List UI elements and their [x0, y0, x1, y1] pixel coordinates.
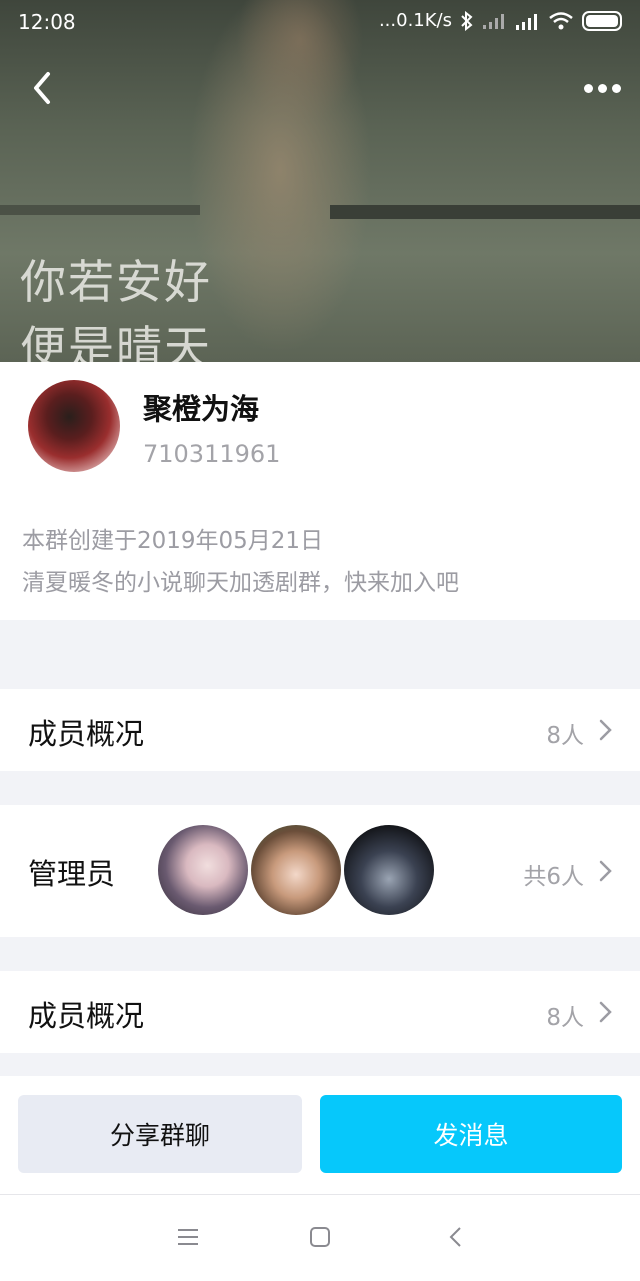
admin-avatar [251, 825, 341, 915]
group-avatar[interactable] [28, 380, 120, 472]
admin-count: 共6人 [523, 864, 584, 890]
row-label: 成员概况 [28, 717, 145, 751]
group-description: 本群创建于2019年05月21日 清夏暖冬的小说聊天加透剧群，快来加入吧 [22, 520, 459, 604]
battery-icon [582, 10, 622, 31]
chevron-right-icon [599, 860, 612, 882]
member-count: 8人 [546, 723, 584, 749]
status-time: 12:08 [18, 10, 76, 34]
hd-signal-icon [516, 13, 537, 30]
group-intro: 清夏暖冬的小说聊天加透剧群，快来加入吧 [22, 570, 459, 596]
chevron-left-icon [34, 72, 50, 104]
menu-icon[interactable] [176, 1225, 200, 1249]
bluetooth-icon [461, 10, 473, 31]
group-cover-image: 你若安好 便是晴天 [0, 0, 640, 362]
chevron-right-icon [599, 719, 612, 741]
row-label: 成员概况 [28, 999, 145, 1033]
group-name: 聚橙为海 [143, 392, 260, 426]
member-count: 8人 [546, 1005, 584, 1031]
cover-caption-line1: 你若安好 [20, 255, 212, 309]
back-nav-icon[interactable] [444, 1225, 468, 1249]
cover-decoration [330, 205, 640, 219]
signal-icon [483, 13, 504, 29]
back-button[interactable] [24, 66, 64, 110]
more-icon [584, 84, 593, 93]
admin-avatar [158, 825, 248, 915]
admin-avatar [344, 825, 434, 915]
share-group-button[interactable]: 分享群聊 [18, 1095, 302, 1173]
action-bar: 分享群聊 发消息 [0, 1076, 640, 1194]
group-info-card: 聚橙为海 710311961 本群创建于2019年05月21日 清夏暖冬的小说聊… [0, 362, 640, 620]
wifi-icon [549, 11, 573, 29]
send-message-button[interactable]: 发消息 [320, 1095, 622, 1173]
cover-decoration [0, 205, 200, 215]
system-nav-bar [0, 1194, 640, 1281]
group-id: 710311961 [143, 440, 281, 468]
admins-row[interactable]: 管理员 共6人 [0, 805, 640, 937]
members-overview-row[interactable]: 成员概况 8人 [0, 689, 640, 771]
row-label: 管理员 [28, 857, 116, 891]
chevron-right-icon [599, 1001, 612, 1023]
network-speed: ...0.1K/s [378, 10, 452, 31]
cover-caption-line2: 便是晴天 [20, 321, 212, 362]
more-button[interactable] [578, 72, 626, 104]
home-icon[interactable] [308, 1225, 332, 1249]
members-overview-row[interactable]: 成员概况 8人 [0, 971, 640, 1053]
status-bar: 12:08 ...0.1K/s [0, 0, 640, 48]
group-created-date: 本群创建于2019年05月21日 [22, 528, 324, 554]
